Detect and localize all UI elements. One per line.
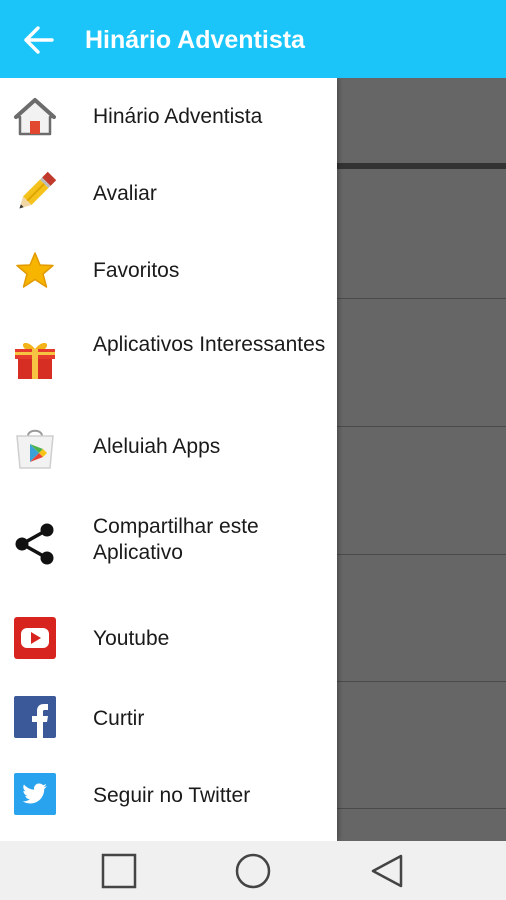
arrow-left-icon[interactable] [22,25,56,55]
divider [337,681,506,682]
recents-icon[interactable] [99,851,139,891]
drawer-item-label: Hinário Adventista [93,105,263,128]
app-bar: Hinário Adventista [0,0,506,78]
home-circle-icon[interactable] [233,851,273,891]
divider [337,426,506,427]
play-store-icon [13,426,57,470]
divider [337,554,506,555]
home-icon [13,95,57,139]
youtube-icon [13,616,57,660]
drawer-item-label: Curtir [93,707,145,730]
drawer-item-youtube[interactable]: Youtube [0,596,337,680]
gift-icon [13,337,57,381]
drawer-item-hinario[interactable]: Hinário Adventista [0,78,337,155]
background-content [337,78,506,841]
star-icon [13,248,57,292]
drawer-item-favoritos[interactable]: Favoritos [0,232,337,309]
drawer-item-label: Compartilhar este Aplicativo [93,515,259,564]
drawer-item-aleluiah-apps[interactable]: Aleluiah Apps [0,409,337,486]
drawer-item-label: Favoritos [93,259,180,282]
drawer-item-label: Youtube [93,627,170,650]
system-nav-bar [0,841,506,900]
app-title: Hinário Adventista [85,26,305,54]
drawer-item-label: Seguir no Twitter [93,784,251,807]
divider [337,298,506,299]
drawer-item-avaliar[interactable]: Avaliar [0,155,337,232]
drawer-item-label: Avaliar [93,182,157,205]
facebook-icon [13,695,57,739]
drawer-item-label: Aleluiah Apps [93,435,221,458]
drawer-item-twitter[interactable]: Seguir no Twitter [0,757,337,834]
drawer-item-curtir[interactable]: Curtir [0,680,337,757]
drawer-item-label: Aplicativos Interessantes [93,333,326,356]
pencil-icon [13,171,57,215]
share-icon [13,522,57,566]
navigation-drawer: Hinário Adventista Avaliar Favoritos Apl… [0,78,337,841]
drawer-item-aplicativos[interactable]: Aplicativos Interessantes [0,309,337,409]
divider [337,163,506,169]
divider [337,808,506,809]
drawer-item-compartilhar[interactable]: Compartilhar este Aplicativo [0,486,337,596]
twitter-icon [13,772,57,816]
back-triangle-icon[interactable] [367,851,407,891]
